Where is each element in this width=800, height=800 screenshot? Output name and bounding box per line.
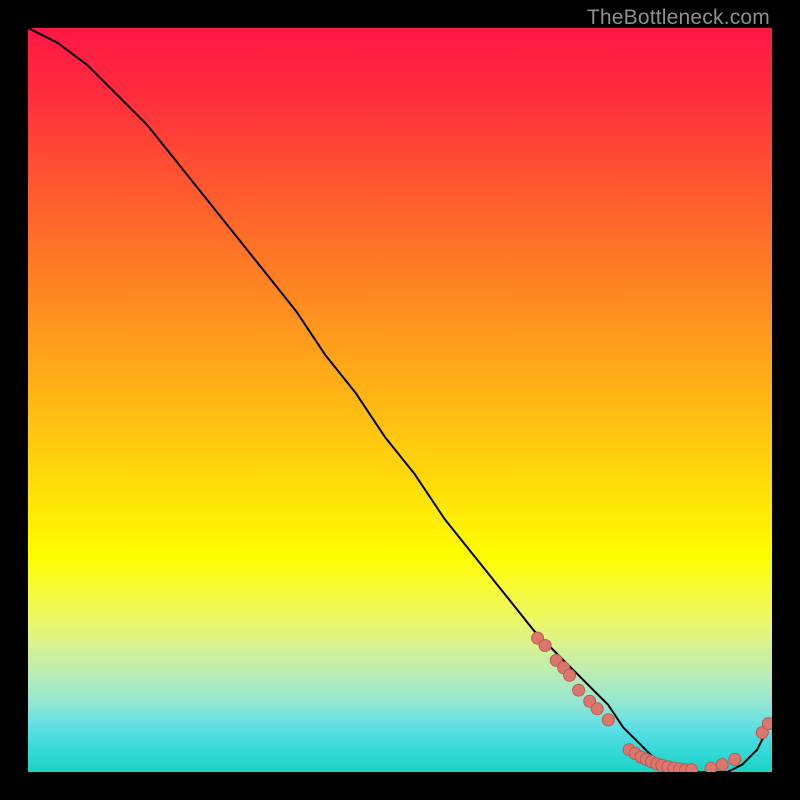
- chart-svg: [28, 28, 772, 772]
- point-markers: [532, 632, 772, 772]
- data-point: [762, 718, 772, 730]
- data-point: [716, 759, 728, 771]
- plot-area: [28, 28, 772, 772]
- data-point: [686, 764, 698, 772]
- data-point: [591, 703, 603, 715]
- line-series: [28, 28, 772, 772]
- attribution-text: TheBottleneck.com: [587, 6, 770, 30]
- chart-stage: TheBottleneck.com: [0, 0, 800, 800]
- data-point: [564, 669, 576, 681]
- data-point: [573, 684, 585, 696]
- data-point: [539, 640, 551, 652]
- data-point: [729, 753, 741, 765]
- data-point: [705, 762, 717, 772]
- data-point: [602, 714, 614, 726]
- bottleneck-curve: [28, 28, 772, 772]
